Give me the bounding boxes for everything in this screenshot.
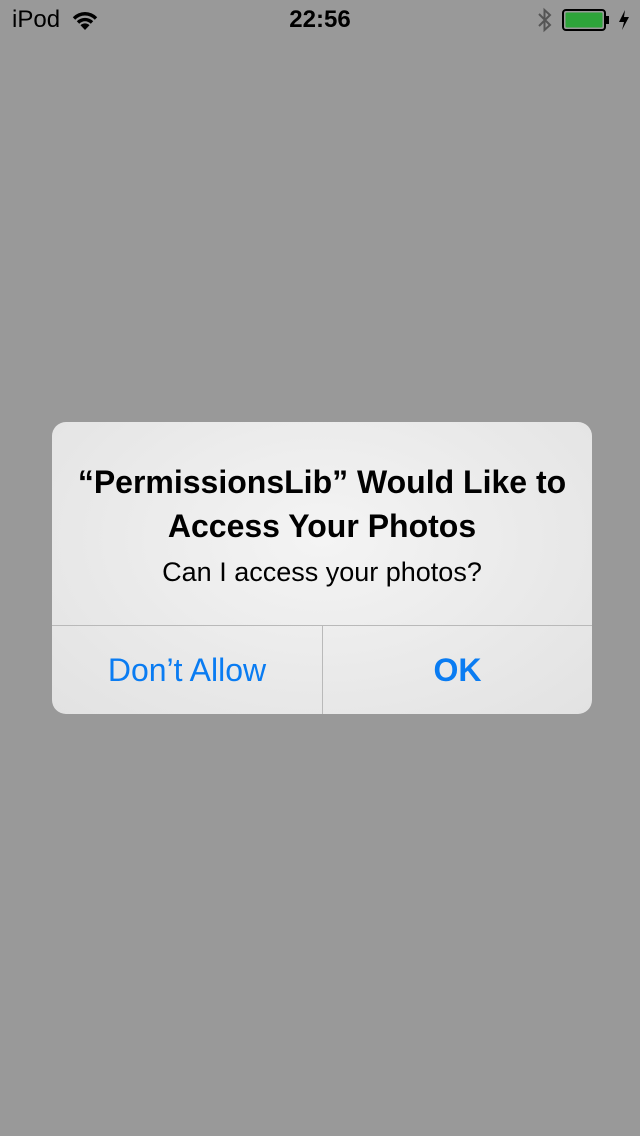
status-right (536, 7, 630, 33)
alert-message: Can I access your photos? (162, 557, 482, 587)
alert-title: “PermissionsLib” Would Like to Access Yo… (77, 464, 567, 544)
status-bar: iPod 22:56 (0, 0, 640, 40)
permission-alert: “PermissionsLib” Would Like to Access Yo… (52, 422, 592, 714)
battery-icon (562, 9, 609, 31)
charging-bolt-icon (619, 10, 629, 30)
dont-allow-button[interactable]: Don’t Allow (52, 626, 322, 714)
ok-button[interactable]: OK (323, 626, 592, 714)
alert-body: “PermissionsLib” Would Like to Access Yo… (52, 422, 592, 625)
bluetooth-icon (538, 7, 552, 33)
